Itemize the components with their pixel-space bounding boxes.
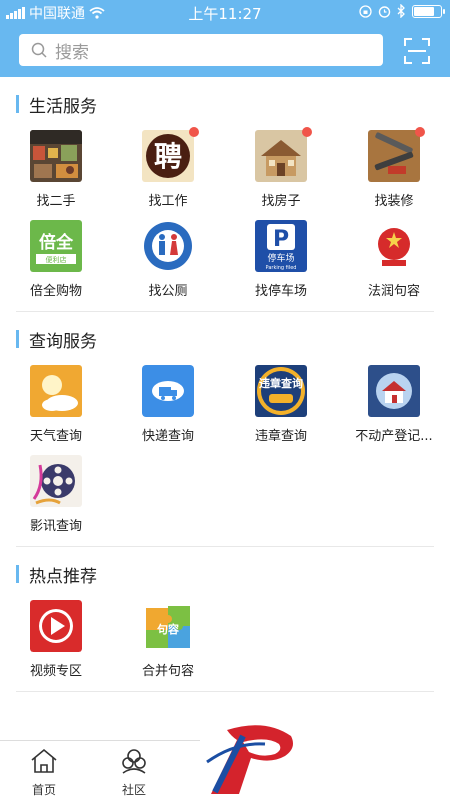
notification-badge [415, 127, 425, 137]
service-label: 找二手 [36, 194, 76, 209]
service-label: 法润句容 [367, 284, 420, 299]
tab-home[interactable]: 首页 [14, 747, 74, 798]
film-reel-icon [30, 455, 82, 507]
service-label: 违章查询 [254, 429, 307, 444]
service-express[interactable]: 快递查询 [113, 365, 223, 444]
violation-text: 违章查询 [259, 376, 303, 390]
house-icon [255, 130, 307, 182]
bottom-tab-bar: 首页 社区 [0, 740, 200, 800]
home-icon [31, 748, 57, 773]
traffic-violation-icon: 违章查询 [255, 365, 307, 417]
recruit-glyph: 聘 [154, 140, 182, 173]
puzzle-merge-icon: 句容 [142, 600, 194, 652]
service-video-zone[interactable]: 视频专区 [1, 600, 111, 679]
service-find-toilet[interactable]: 找公厕 [113, 220, 223, 299]
search-input[interactable]: 搜索 [19, 34, 383, 66]
service-beiquan-shopping[interactable]: 倍全 便利店 倍全购物 [1, 220, 111, 299]
header: 中国联通 上午11:27 搜索 [0, 0, 450, 77]
search-placeholder: 搜索 [55, 42, 89, 63]
battery-icon [412, 4, 445, 18]
service-farun-jurong[interactable]: 法润句容 [339, 220, 449, 299]
parking-letter: P [273, 227, 289, 252]
notification-badge [302, 127, 312, 137]
service-label: 快递查询 [141, 429, 194, 444]
bluetooth-icon [397, 4, 405, 18]
service-real-estate[interactable]: 不动产登记... [339, 365, 449, 444]
court-emblem-icon [368, 220, 420, 272]
service-label: 找工作 [148, 194, 188, 209]
secondhand-market-icon [30, 130, 82, 182]
service-label: 找房子 [261, 194, 301, 209]
service-label: 天气查询 [29, 429, 82, 444]
service-violation[interactable]: 违章查询 违章查询 [226, 365, 336, 444]
recruitment-icon: 聘 [142, 130, 194, 182]
service-label: 倍全购物 [29, 284, 82, 299]
service-find-parking[interactable]: P 停车场 Parking filed 找停车场 [226, 220, 336, 299]
service-label: 视频专区 [29, 664, 82, 679]
service-find-job[interactable]: 聘 找工作 [113, 127, 223, 209]
brand-logo [206, 725, 293, 794]
service-label: 找公厕 [148, 284, 188, 299]
service-find-house[interactable]: 找房子 [226, 127, 336, 209]
service-label: 合并句容 [141, 664, 194, 679]
video-play-icon [30, 600, 82, 652]
status-bar: 中国联通 上午11:27 [0, 0, 450, 26]
service-label: 影讯查询 [29, 519, 82, 534]
service-weather[interactable]: 天气查询 [1, 365, 111, 444]
section-title-life: 生活服务 [16, 92, 97, 117]
section-title-query: 查询服务 [16, 327, 97, 352]
tools-icon [368, 130, 420, 182]
parking-cn-text: 停车场 [267, 252, 294, 264]
service-label: 找装修 [374, 194, 414, 209]
service-merge-jurong[interactable]: 句容 合并句容 [113, 600, 223, 679]
service-find-decoration[interactable]: 找装修 [339, 127, 449, 209]
service-find-secondhand[interactable]: 找二手 [1, 130, 111, 209]
alarm-icon [378, 5, 391, 18]
beiquan-store-icon: 倍全 便利店 [30, 220, 82, 272]
service-movie[interactable]: 影讯查询 [1, 455, 111, 534]
rotation-lock-icon [359, 4, 372, 18]
tab-community-label: 社区 [121, 783, 146, 797]
section-divider [16, 546, 434, 547]
beiquan-text: 倍全 [39, 232, 74, 253]
express-delivery-icon [142, 365, 194, 417]
beiquan-sub-text: 便利店 [46, 255, 67, 264]
real-estate-icon [368, 365, 420, 417]
scan-icon[interactable] [404, 38, 430, 64]
tab-community[interactable]: 社区 [104, 747, 164, 798]
search-icon [31, 42, 47, 58]
section-divider [16, 691, 434, 692]
main-content: 生活服务 找二手 聘 找工作 找房子 找装修 倍全 便利店 倍全购物 找公厕 P… [0, 77, 450, 740]
notification-badge [189, 127, 199, 137]
service-label: 不动产登记... [355, 429, 433, 444]
parking-icon: P 停车场 Parking filed [255, 220, 307, 272]
parking-en-text: Parking filed [266, 265, 297, 271]
section-divider [16, 311, 434, 312]
weather-icon [30, 365, 82, 417]
service-label: 找停车场 [254, 284, 307, 299]
merge-text: 句容 [157, 622, 179, 636]
section-title-hot: 热点推荐 [16, 562, 97, 587]
tab-home-label: 首页 [31, 783, 56, 797]
public-toilet-icon [142, 220, 194, 272]
community-icon [122, 749, 146, 774]
